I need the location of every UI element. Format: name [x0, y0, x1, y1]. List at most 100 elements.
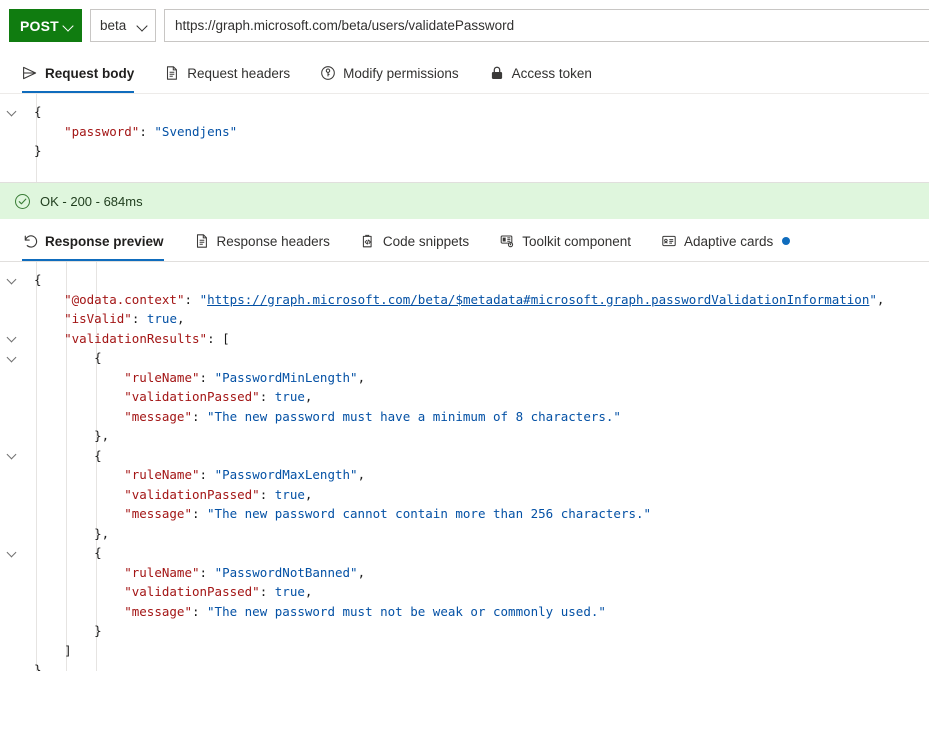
code-clipboard-icon [362, 234, 372, 248]
json-punctuation: { [34, 104, 42, 119]
tab-toolkit-component[interactable]: Toolkit component [499, 221, 645, 261]
code-line: } [0, 141, 929, 161]
tab-response-headers[interactable]: Response headers [194, 221, 344, 261]
fold-gutter[interactable] [0, 333, 24, 343]
chevron-down-icon [63, 20, 74, 31]
tab-label: Code snippets [382, 233, 470, 249]
json-punctuation: , [304, 389, 313, 404]
json-punctuation: : [139, 123, 155, 139]
fold-gutter[interactable] [0, 450, 24, 460]
response-status-text: OK - 200 - 684ms [40, 193, 143, 209]
json-punctuation: , [357, 467, 366, 482]
json-key: "validationPassed" [124, 584, 260, 599]
code-content: } [24, 621, 929, 641]
tab-modify-permissions[interactable]: Modify permissions [320, 53, 473, 93]
tab-response-preview[interactable]: Response preview [22, 221, 178, 261]
code-content: "password": "Svendjens" [24, 122, 929, 142]
request-body-editor[interactable]: { "password": "Svendjens"} [0, 93, 929, 183]
fold-gutter[interactable] [0, 275, 24, 285]
json-punctuation: : [191, 408, 208, 424]
code-line: "validationPassed": true, [0, 582, 929, 602]
json-key: "validationPassed" [124, 486, 260, 502]
json-punctuation: : [259, 486, 275, 502]
code-content: { [24, 348, 929, 368]
json-string: " [869, 291, 877, 307]
code-line: } [0, 660, 929, 671]
json-string: "The new password must not be weak or co… [207, 603, 606, 619]
json-punctuation: { [34, 272, 42, 287]
code-line: ] [0, 641, 929, 661]
code-line: "ruleName": "PasswordMinLength", [0, 368, 929, 388]
json-punctuation: : [ [207, 330, 230, 346]
chevron-down-icon[interactable] [7, 353, 17, 363]
json-punctuation: }, [94, 525, 110, 541]
response-status-bar: OK - 200 - 684ms [0, 183, 929, 219]
json-string: "Svendjens" [154, 123, 238, 139]
json-punctuation: : [191, 603, 208, 619]
tab-adaptive-cards[interactable]: Adaptive cards [661, 221, 804, 261]
code-line: } [0, 621, 929, 641]
code-content: "validationResults": [ [24, 329, 929, 349]
json-punctuation: , [357, 369, 366, 385]
code-content: ] [24, 641, 929, 661]
json-punctuation: { [94, 447, 102, 463]
json-punctuation: : [191, 506, 208, 521]
fold-gutter[interactable] [0, 107, 24, 117]
response-preview-editor[interactable]: { "@odata.context": "https://graph.micros… [0, 261, 929, 671]
json-key: "ruleName" [124, 369, 200, 385]
code-line: "ruleName": "PasswordNotBanned", [0, 563, 929, 583]
document-icon [196, 234, 207, 248]
code-line: "validationPassed": true, [0, 387, 929, 407]
code-line: "password": "Svendjens" [0, 122, 929, 142]
lock-icon [491, 66, 502, 79]
json-key: "validationPassed" [124, 389, 260, 404]
notification-dot-icon [782, 237, 791, 245]
history-back-icon [24, 235, 38, 248]
json-punctuation: : [199, 369, 215, 385]
tab-request-body[interactable]: Request body [22, 53, 148, 93]
json-boolean: true [274, 584, 305, 599]
json-string: "PasswordMaxLength" [214, 467, 358, 482]
code-content: "validationPassed": true, [24, 485, 929, 505]
response-tab-strip: Response preview Response headers Code sni… [0, 219, 929, 261]
code-line: "@odata.context": "https://graph.microso… [0, 290, 929, 310]
chevron-down-icon[interactable] [7, 450, 17, 460]
json-punctuation: { [94, 350, 102, 365]
request-url-input[interactable]: https://graph.microsoft.com/beta/users/v… [164, 9, 929, 42]
json-string: "The new password cannot contain more th… [207, 506, 652, 521]
chevron-down-icon[interactable] [7, 548, 17, 558]
json-string: " [199, 291, 208, 307]
code-line: "validationResults": [ [0, 329, 929, 349]
chevron-down-icon[interactable] [7, 275, 17, 285]
code-line: { [0, 270, 929, 290]
code-content: { [24, 543, 929, 563]
chevron-down-icon[interactable] [7, 333, 17, 343]
fold-gutter[interactable] [0, 353, 24, 363]
json-boolean: true [146, 311, 177, 326]
chevron-down-icon[interactable] [7, 107, 17, 117]
api-version-dropdown[interactable]: beta [90, 9, 156, 42]
tab-access-token[interactable]: Access token [489, 53, 606, 93]
chevron-down-icon [137, 20, 148, 31]
json-key: "validationResults" [64, 330, 208, 346]
code-content: "message": "The new password must not be… [24, 602, 929, 622]
json-punctuation: , [876, 291, 885, 307]
tab-code-snippets[interactable]: Code snippets [360, 221, 483, 261]
request-url-value: https://graph.microsoft.com/beta/users/v… [175, 18, 515, 33]
fold-gutter[interactable] [0, 548, 24, 558]
json-punctuation: : [259, 584, 275, 599]
toolkit-gear-icon [500, 235, 514, 248]
json-link[interactable]: https://graph.microsoft.com/beta/$metada… [207, 292, 869, 307]
code-content: "ruleName": "PasswordMaxLength", [24, 465, 929, 485]
code-content: { [24, 270, 929, 290]
http-method-dropdown[interactable]: POST [9, 9, 82, 42]
json-punctuation: , [304, 486, 313, 502]
json-punctuation: { [94, 545, 102, 560]
code-content: }, [24, 524, 929, 544]
json-key: "message" [124, 506, 192, 521]
tab-request-headers[interactable]: Request headers [164, 53, 304, 93]
json-string: "PasswordNotBanned" [214, 564, 358, 580]
tab-label: Adaptive cards [684, 233, 774, 249]
tab-label: Access token [511, 65, 592, 81]
json-punctuation: , [357, 564, 366, 580]
